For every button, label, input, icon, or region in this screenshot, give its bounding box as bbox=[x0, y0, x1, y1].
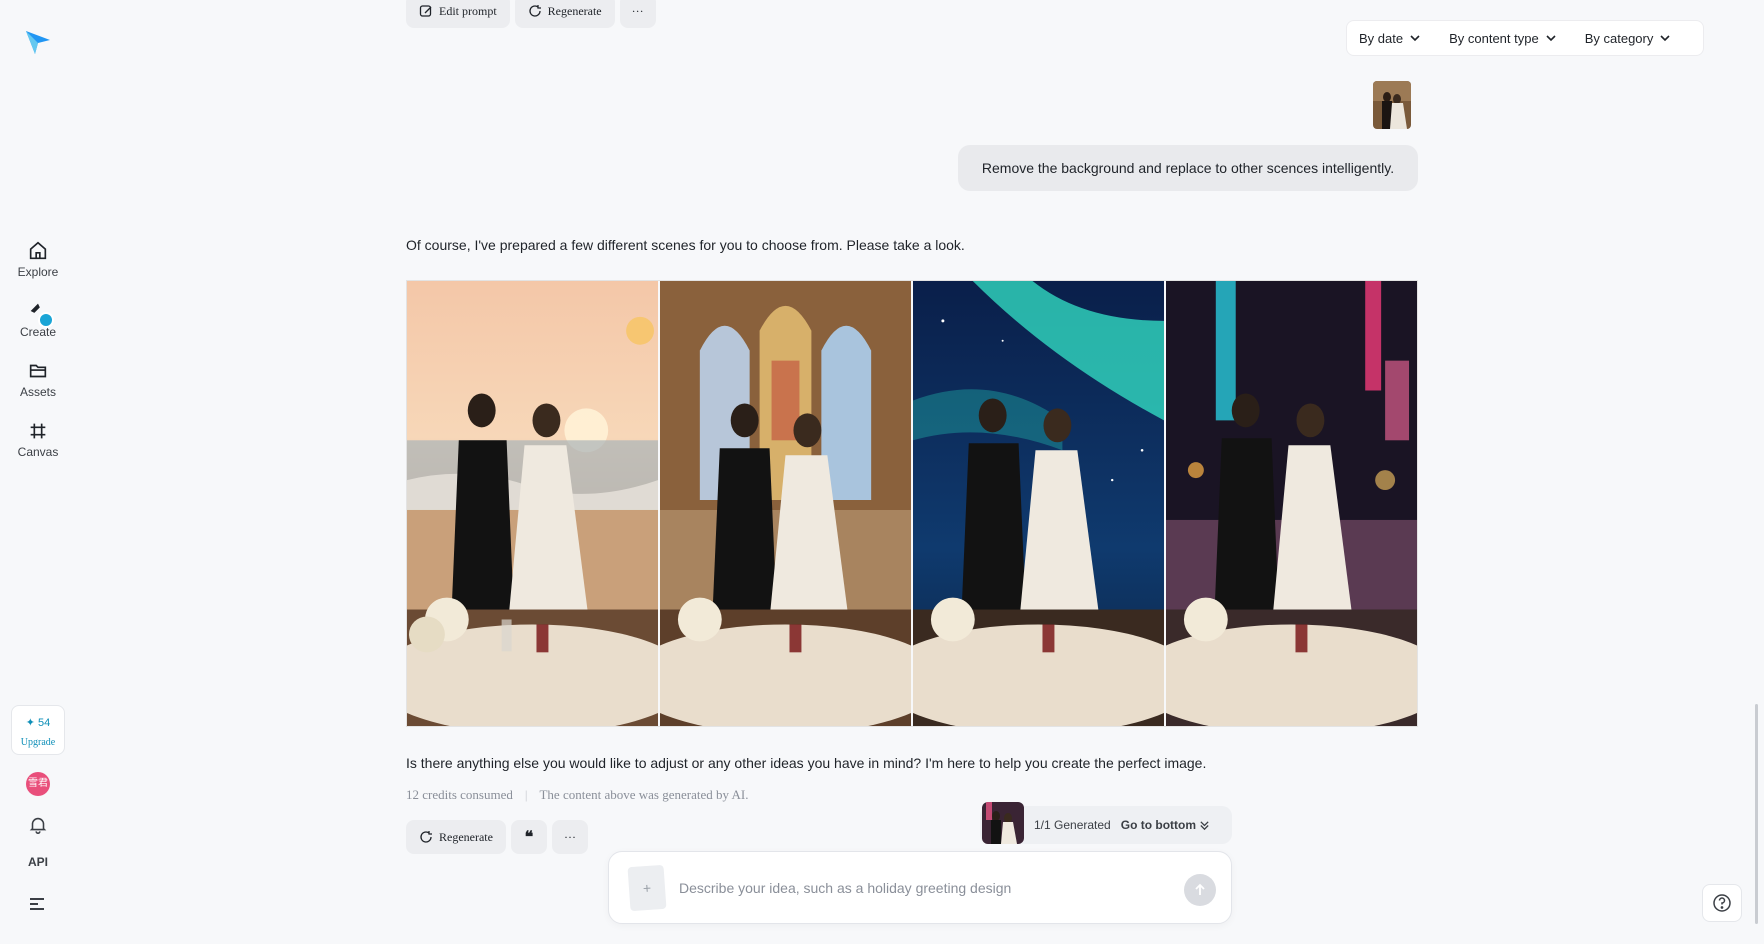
button-label: Regenerate bbox=[439, 829, 493, 844]
refresh-icon bbox=[420, 831, 432, 843]
help-button[interactable] bbox=[1702, 884, 1742, 922]
quote-button[interactable]: ❝ bbox=[510, 820, 547, 854]
generation-thumbnail[interactable] bbox=[982, 802, 1024, 844]
arrow-up-icon bbox=[1195, 883, 1205, 895]
filter-by-content-type[interactable]: By content type bbox=[1449, 31, 1557, 46]
go-to-bottom-button[interactable]: Go to bottom bbox=[1121, 818, 1210, 832]
api-link[interactable]: API bbox=[0, 855, 76, 869]
response-meta: 12 credits consumed | The content above … bbox=[406, 787, 749, 803]
wedding-photo-thumbnail bbox=[1373, 81, 1411, 129]
chevron-down-icon bbox=[1546, 35, 1556, 42]
sidebar-item-label: Explore bbox=[17, 265, 59, 279]
church-scene bbox=[660, 281, 911, 726]
regenerate-button[interactable]: Regenerate bbox=[406, 820, 506, 854]
sidebar-item-assets[interactable]: Assets bbox=[0, 360, 76, 399]
filter-label: By content type bbox=[1449, 30, 1539, 46]
send-button[interactable] bbox=[1184, 874, 1216, 906]
button-label: Edit prompt bbox=[439, 3, 497, 18]
scrollbar[interactable] bbox=[1755, 704, 1758, 924]
double-chevron-down-icon bbox=[1200, 820, 1209, 830]
help-icon bbox=[1713, 894, 1731, 912]
upgrade-link[interactable]: Upgrade bbox=[12, 737, 64, 748]
sidebar-item-canvas[interactable]: Canvas bbox=[0, 420, 76, 459]
sidebar-item-create[interactable]: Create bbox=[0, 300, 76, 339]
go-to-bottom-label: Go to bottom bbox=[1120, 818, 1197, 832]
logo-icon[interactable] bbox=[24, 28, 52, 56]
check-badge-icon bbox=[38, 312, 54, 328]
edit-icon bbox=[419, 5, 432, 17]
filter-by-date[interactable]: By date bbox=[1359, 31, 1421, 46]
prompt-input[interactable] bbox=[679, 876, 1139, 900]
sidebar-item-label: Create bbox=[19, 325, 57, 339]
generation-status-pill: 1/1 Generated Go to bottom bbox=[980, 802, 1232, 844]
filter-by-category[interactable]: By category bbox=[1585, 31, 1672, 46]
generated-image-aurora[interactable] bbox=[913, 281, 1164, 726]
avatar[interactable]: 雪君 bbox=[26, 772, 50, 796]
generated-image-city-night[interactable] bbox=[1166, 281, 1417, 726]
filter-label: By date bbox=[1359, 30, 1404, 46]
top-action-row: Edit prompt Regenerate ··· bbox=[406, 0, 656, 28]
generated-image-church[interactable] bbox=[660, 281, 911, 726]
edit-prompt-button[interactable]: Edit prompt bbox=[406, 0, 510, 28]
user-message-bubble: Remove the background and replace to oth… bbox=[958, 145, 1418, 191]
credits-upgrade-card[interactable]: ✦ 54 Upgrade bbox=[11, 705, 65, 755]
ai-outro-text: Is there anything else you would like to… bbox=[406, 755, 1207, 771]
ai-disclaimer: The content above was generated by AI. bbox=[539, 787, 749, 802]
sidebar-item-label: Assets bbox=[19, 385, 56, 399]
menu-icon[interactable] bbox=[28, 896, 48, 912]
user-uploaded-image[interactable] bbox=[1373, 81, 1411, 129]
regenerate-button-top[interactable]: Regenerate bbox=[514, 0, 615, 28]
home-icon bbox=[29, 241, 47, 260]
beach-scene bbox=[407, 281, 658, 726]
refresh-icon bbox=[529, 5, 541, 17]
ai-intro-text: Of course, I've prepared a few different… bbox=[406, 237, 965, 253]
city-night-scene bbox=[1166, 281, 1417, 726]
filter-bar: By date By content type By category bbox=[1346, 20, 1704, 56]
aurora-scene bbox=[913, 281, 1164, 726]
thumbnail-image bbox=[982, 802, 1024, 844]
sidebar: Explore Create Assets Canvas ✦ 54 Upgrad… bbox=[0, 0, 76, 944]
bottom-action-row: Regenerate ❝ ··· bbox=[406, 820, 588, 854]
canvas-icon bbox=[30, 423, 46, 439]
more-button-top[interactable]: ··· bbox=[619, 0, 656, 28]
button-label: Regenerate bbox=[547, 3, 602, 18]
credits-consumed: 12 credits consumed bbox=[406, 787, 513, 802]
generation-status: 1/1 Generated bbox=[1034, 818, 1111, 832]
chevron-down-icon bbox=[1410, 35, 1420, 42]
folder-icon bbox=[29, 364, 47, 378]
chevron-down-icon bbox=[1660, 35, 1670, 42]
generated-image-grid bbox=[406, 280, 1418, 727]
credits-count: ✦ 54 bbox=[25, 717, 51, 729]
filter-label: By category bbox=[1584, 30, 1654, 46]
meta-separator: | bbox=[524, 787, 528, 802]
sidebar-item-explore[interactable]: Explore bbox=[0, 240, 76, 279]
generated-image-beach[interactable] bbox=[407, 281, 658, 726]
attach-image-button[interactable]: + bbox=[627, 864, 667, 912]
sidebar-item-label: Canvas bbox=[17, 445, 59, 459]
more-button[interactable]: ··· bbox=[551, 820, 588, 854]
bell-icon[interactable] bbox=[27, 814, 49, 836]
prompt-composer: + bbox=[608, 851, 1232, 924]
